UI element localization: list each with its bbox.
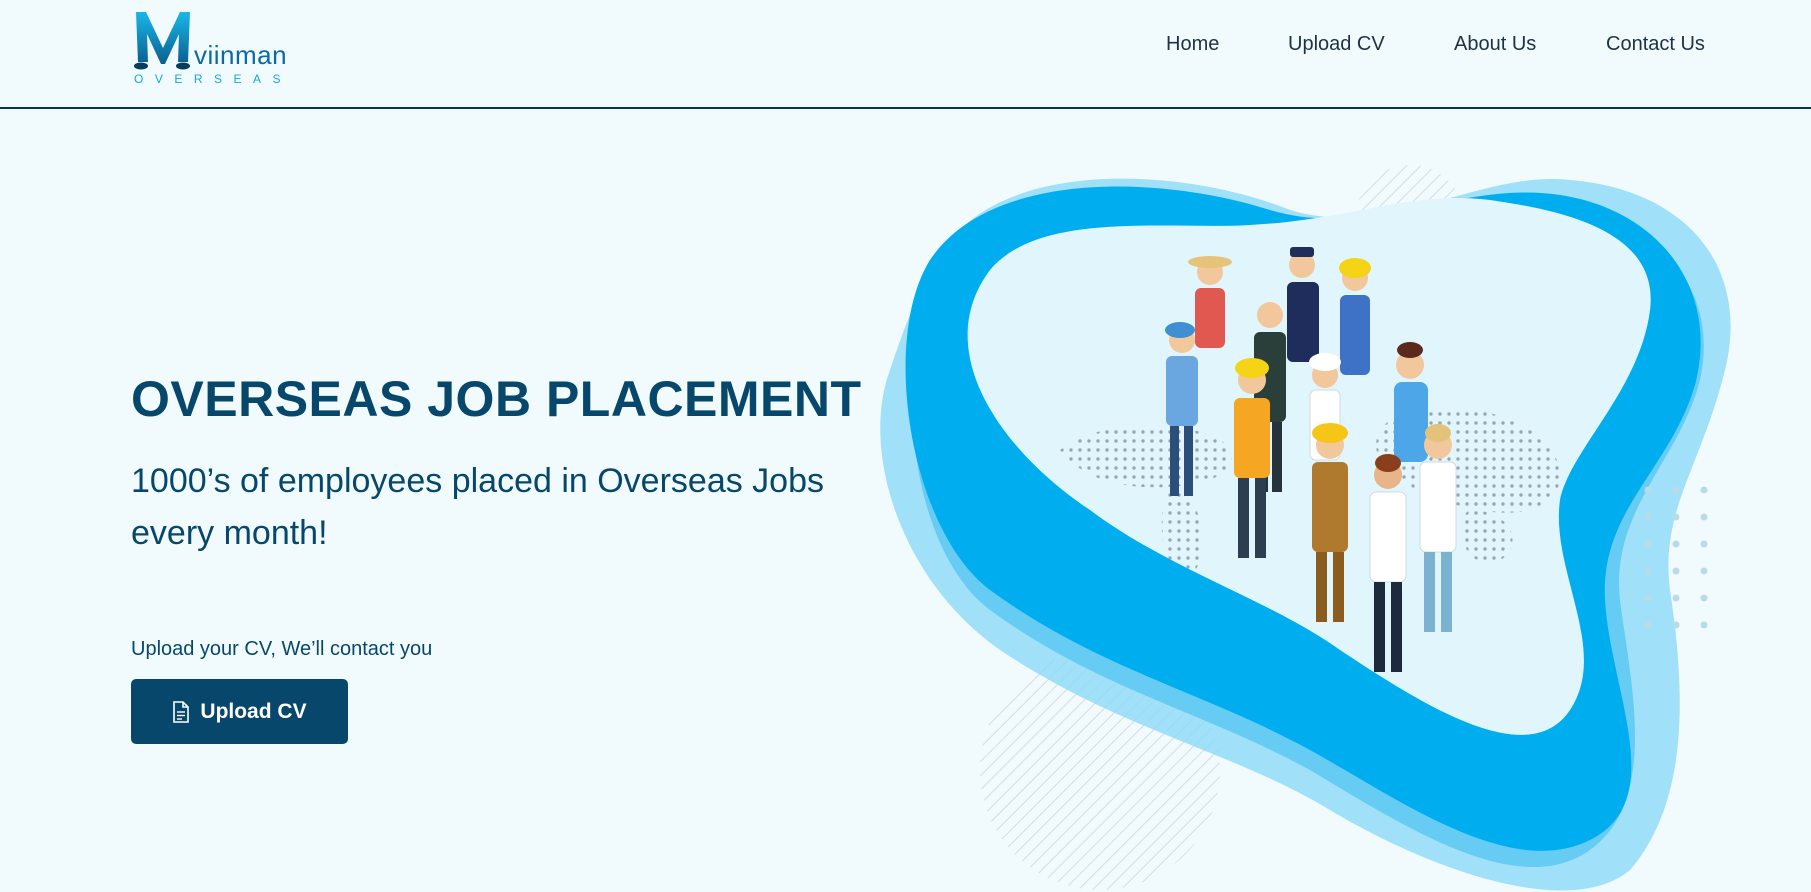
worker-figure [1339,258,1371,375]
hero-title: OVERSEAS JOB PLACEMENT [131,371,862,427]
nav-contact-us[interactable]: Contact Us [1606,33,1705,56]
workers-on-world-map-illustration [880,165,1731,891]
logo-subtitle: OVERSEAS [134,72,293,86]
logo-m-mark [134,12,190,70]
worker-figure [1394,342,1428,462]
document-icon [172,700,190,723]
nav-about-us[interactable]: About Us [1454,33,1536,56]
hero-subtitle: 1000’s of employees placed in Overseas J… [131,462,824,552]
cta-text: Upload your CV, We’ll contact you [131,638,433,660]
nav-upload-cv[interactable]: Upload CV [1288,33,1385,56]
logo-name: viinman [194,40,288,70]
site-header: viinman OVERSEAS Home Upload CV About Us… [0,0,1811,109]
upload-cv-button[interactable]: Upload CV [131,679,348,744]
logo[interactable]: viinman OVERSEAS [132,10,292,86]
upload-cv-button-label: Upload CV [200,699,307,723]
worker-figure [1287,247,1319,362]
nav-home[interactable]: Home [1166,33,1219,56]
